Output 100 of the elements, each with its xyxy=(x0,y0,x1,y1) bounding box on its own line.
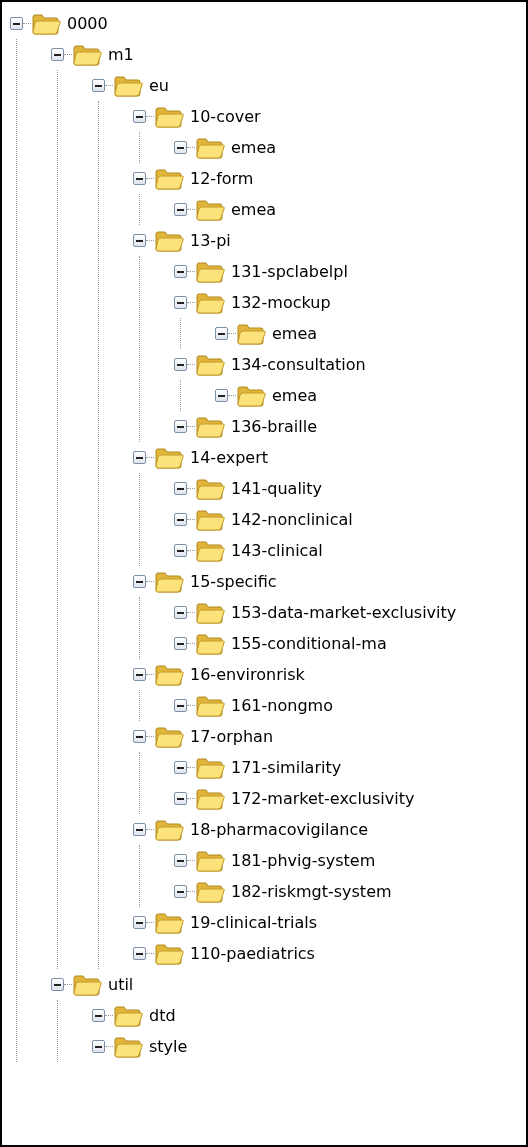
collapse-toggle[interactable] xyxy=(174,699,187,712)
collapse-toggle[interactable] xyxy=(133,916,146,929)
folder-icon xyxy=(113,1035,143,1058)
folder-icon xyxy=(72,43,102,66)
folder-label[interactable]: 141-quality xyxy=(231,476,323,501)
folder-icon xyxy=(154,911,184,934)
folder-icon xyxy=(113,74,143,97)
collapse-toggle[interactable] xyxy=(133,668,146,681)
folder-label[interactable]: 142-nonclinical xyxy=(231,507,353,532)
folder-label[interactable]: 136-braille xyxy=(231,414,318,439)
collapse-toggle[interactable] xyxy=(51,48,64,61)
collapse-toggle[interactable] xyxy=(174,141,187,154)
collapse-toggle[interactable] xyxy=(174,761,187,774)
folder-label[interactable]: 131-spclabelpl xyxy=(231,259,348,284)
folder-label[interactable]: 10-cover xyxy=(190,104,261,129)
folder-icon xyxy=(154,167,184,190)
folder-icon xyxy=(195,260,225,283)
collapse-toggle[interactable] xyxy=(133,451,146,464)
folder-icon xyxy=(31,12,61,35)
collapse-toggle[interactable] xyxy=(92,79,105,92)
collapse-toggle[interactable] xyxy=(174,637,187,650)
folder-icon xyxy=(195,291,225,314)
folder-label[interactable]: eu xyxy=(149,73,169,98)
folder-icon xyxy=(195,477,225,500)
collapse-toggle[interactable] xyxy=(133,172,146,185)
folder-icon xyxy=(195,508,225,531)
folder-icon xyxy=(154,570,184,593)
folder-label[interactable]: util xyxy=(108,972,134,997)
folder-icon xyxy=(236,322,266,345)
collapse-toggle[interactable] xyxy=(133,823,146,836)
collapse-toggle[interactable] xyxy=(174,885,187,898)
collapse-toggle[interactable] xyxy=(51,978,64,991)
collapse-toggle[interactable] xyxy=(174,792,187,805)
folder-label[interactable]: 182-riskmgt-system xyxy=(231,879,392,904)
folder-icon xyxy=(195,601,225,624)
folder-icon xyxy=(195,353,225,376)
collapse-toggle[interactable] xyxy=(133,730,146,743)
collapse-toggle[interactable] xyxy=(92,1040,105,1053)
folder-label[interactable]: 12-form xyxy=(190,166,254,191)
folder-icon xyxy=(72,973,102,996)
folder-label[interactable]: 13-pi xyxy=(190,228,231,253)
folder-icon xyxy=(195,539,225,562)
collapse-toggle[interactable] xyxy=(133,110,146,123)
folder-label[interactable]: 18-pharmacovigilance xyxy=(190,817,369,842)
collapse-toggle[interactable] xyxy=(133,234,146,247)
folder-label[interactable]: emea xyxy=(231,197,277,222)
folder-label[interactable]: 14-expert xyxy=(190,445,268,470)
collapse-toggle[interactable] xyxy=(174,203,187,216)
folder-icon xyxy=(154,229,184,252)
folder-icon xyxy=(195,136,225,159)
folder-label[interactable]: 143-clinical xyxy=(231,538,323,563)
collapse-toggle[interactable] xyxy=(92,1009,105,1022)
folder-label[interactable]: emea xyxy=(272,321,318,346)
folder-label[interactable]: 153-data-market-exclusivity xyxy=(231,600,457,625)
folder-label[interactable]: dtd xyxy=(149,1003,176,1028)
folder-icon xyxy=(195,632,225,655)
folder-label[interactable]: 110-paediatrics xyxy=(190,941,315,966)
folder-icon xyxy=(154,818,184,841)
folder-label[interactable]: 181-phvig-system xyxy=(231,848,376,873)
collapse-toggle[interactable] xyxy=(174,544,187,557)
folder-label[interactable]: 16-environrisk xyxy=(190,662,305,687)
folder-icon xyxy=(154,942,184,965)
collapse-toggle[interactable] xyxy=(215,327,228,340)
folder-label[interactable]: 0000 xyxy=(67,11,108,36)
collapse-toggle[interactable] xyxy=(174,606,187,619)
folder-label[interactable]: 132-mockup xyxy=(231,290,331,315)
folder-label[interactable]: emea xyxy=(272,383,318,408)
folder-icon xyxy=(195,880,225,903)
collapse-toggle[interactable] xyxy=(174,854,187,867)
folder-icon xyxy=(195,198,225,221)
folder-label[interactable]: 172-market-exclusivity xyxy=(231,786,415,811)
collapse-toggle[interactable] xyxy=(174,265,187,278)
folder-label[interactable]: 155-conditional-ma xyxy=(231,631,387,656)
folder-icon xyxy=(195,415,225,438)
collapse-toggle[interactable] xyxy=(174,296,187,309)
collapse-toggle[interactable] xyxy=(174,420,187,433)
folder-label[interactable]: m1 xyxy=(108,42,134,67)
folder-label[interactable]: style xyxy=(149,1034,188,1059)
folder-icon xyxy=(195,787,225,810)
folder-label[interactable]: 134-consultation xyxy=(231,352,366,377)
folder-label[interactable]: emea xyxy=(231,135,277,160)
folder-label[interactable]: 15-specific xyxy=(190,569,277,594)
collapse-toggle[interactable] xyxy=(133,947,146,960)
collapse-toggle[interactable] xyxy=(215,389,228,402)
folder-label[interactable]: 17-orphan xyxy=(190,724,274,749)
folder-icon xyxy=(154,446,184,469)
collapse-toggle[interactable] xyxy=(174,482,187,495)
folder-icon xyxy=(113,1004,143,1027)
folder-icon xyxy=(154,725,184,748)
folder-label[interactable]: 171-similarity xyxy=(231,755,342,780)
folder-icon xyxy=(236,384,266,407)
folder-icon xyxy=(195,849,225,872)
collapse-toggle[interactable] xyxy=(133,575,146,588)
collapse-toggle[interactable] xyxy=(174,513,187,526)
folder-icon xyxy=(154,663,184,686)
folder-icon xyxy=(195,756,225,779)
folder-label[interactable]: 19-clinical-trials xyxy=(190,910,318,935)
collapse-toggle[interactable] xyxy=(10,17,23,30)
collapse-toggle[interactable] xyxy=(174,358,187,371)
folder-label[interactable]: 161-nongmo xyxy=(231,693,333,718)
